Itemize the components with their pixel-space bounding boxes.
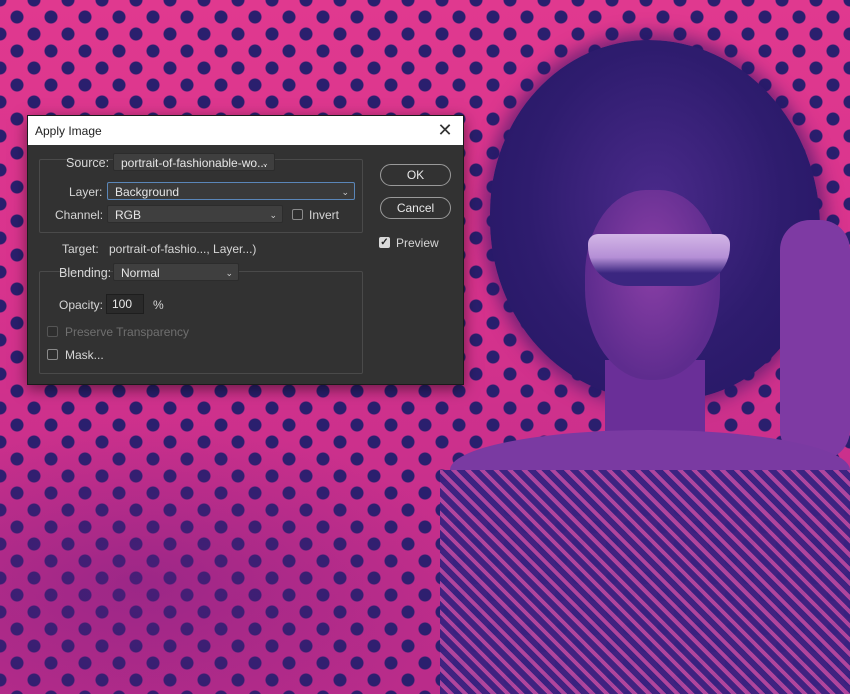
- blending-label: Blending:: [59, 266, 112, 280]
- target-label: Target:: [62, 242, 99, 256]
- figure-sunglasses: [588, 234, 730, 286]
- layer-label: Layer:: [69, 185, 103, 199]
- source-label: Source:: [66, 156, 110, 170]
- close-icon[interactable]: ✕: [435, 120, 455, 140]
- preview-checkbox[interactable]: ✓: [379, 237, 390, 248]
- background-shadow: [0, 420, 470, 694]
- layer-select[interactable]: Background ⌄: [107, 182, 355, 200]
- chevron-down-icon: ⌄: [269, 210, 277, 220]
- channel-label: Channel:: [55, 208, 104, 222]
- opacity-input[interactable]: 100: [106, 294, 144, 314]
- cancel-button[interactable]: Cancel: [380, 197, 451, 219]
- invert-label: Invert: [309, 208, 340, 222]
- source-select[interactable]: portrait-of-fashionable-wo... ⌄: [113, 153, 275, 171]
- dialog-titlebar[interactable]: Apply Image ✕: [28, 116, 463, 145]
- target-value: portrait-of-fashio..., Layer...): [109, 242, 257, 256]
- chevron-down-icon: ⌄: [225, 268, 233, 278]
- blending-select[interactable]: Normal ⌄: [113, 263, 239, 281]
- apply-image-dialog: Apply Image ✕ Source: portrait-of-fashio…: [27, 115, 464, 385]
- opacity-unit: %: [153, 298, 164, 312]
- source-value: portrait-of-fashionable-wo...: [121, 156, 268, 170]
- mask-label: Mask...: [65, 348, 104, 362]
- chevron-down-icon: ⌄: [261, 158, 269, 168]
- checkmark-icon: ✓: [380, 237, 389, 248]
- ok-button[interactable]: OK: [380, 164, 451, 186]
- opacity-label: Opacity:: [59, 298, 104, 312]
- preserve-transparency-checkbox[interactable]: [47, 326, 58, 337]
- portrait-figure: [420, 40, 850, 694]
- chevron-down-icon: ⌄: [341, 187, 349, 197]
- preserve-transparency-label: Preserve Transparency: [65, 325, 190, 339]
- dialog-title: Apply Image: [35, 124, 102, 138]
- blending-value: Normal: [121, 266, 160, 280]
- mask-checkbox[interactable]: [47, 349, 58, 360]
- figure-arm: [780, 220, 850, 460]
- layer-value: Background: [115, 185, 180, 199]
- channel-select[interactable]: RGB ⌄: [107, 205, 283, 223]
- preview-label: Preview: [396, 236, 439, 250]
- channel-value: RGB: [115, 208, 142, 222]
- invert-checkbox[interactable]: [292, 209, 303, 220]
- figure-top: [440, 470, 850, 694]
